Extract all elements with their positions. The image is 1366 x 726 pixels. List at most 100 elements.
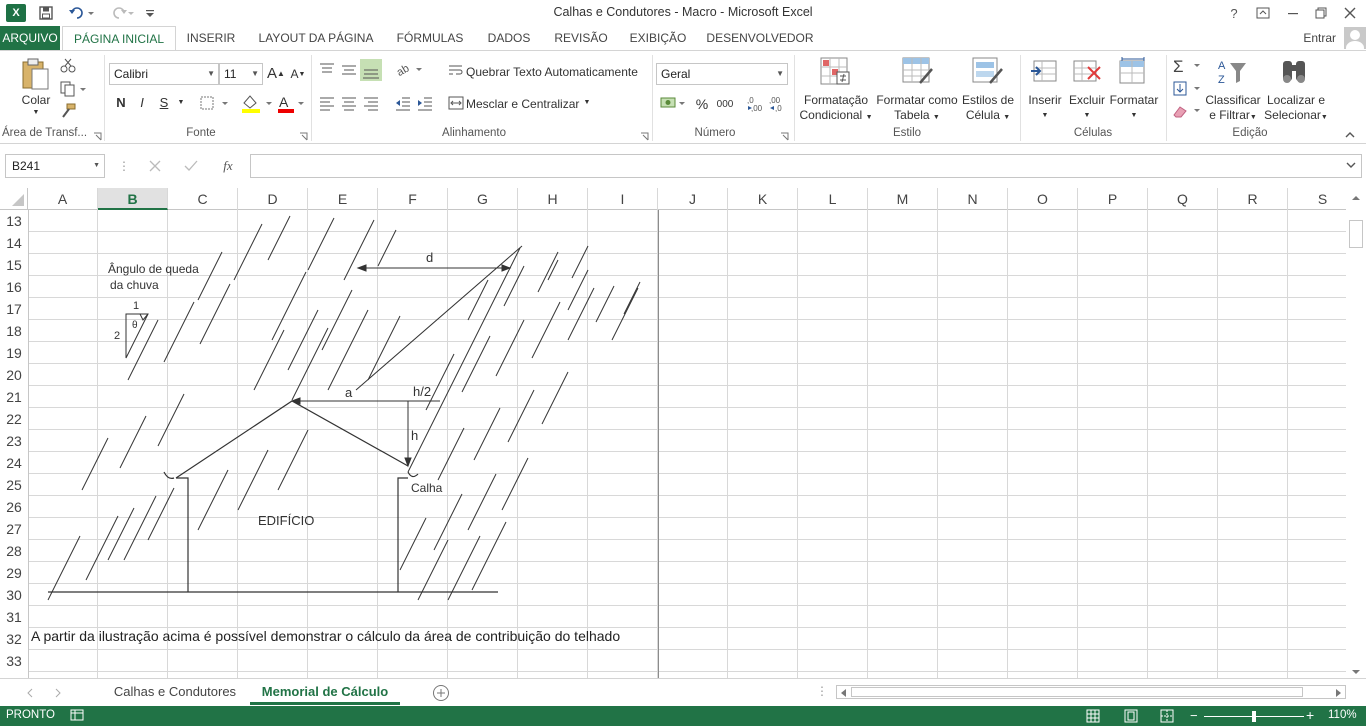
column-header-p[interactable]: P (1078, 188, 1148, 210)
increase-decimal-icon[interactable]: ,0,00 (746, 95, 764, 116)
name-box[interactable]: B241 ▼ (5, 154, 105, 178)
format-cells-icon[interactable] (1118, 57, 1148, 90)
column-header-a[interactable]: A (28, 188, 98, 210)
percent-style-button[interactable]: % (694, 95, 710, 113)
wrap-text-button[interactable]: Quebrar Texto Automaticamente (466, 63, 638, 81)
align-top-icon[interactable] (318, 61, 336, 80)
new-sheet-icon[interactable] (432, 684, 450, 705)
normal-view-icon[interactable] (1086, 709, 1100, 726)
row-header-25[interactable]: 25 (0, 474, 28, 496)
align-middle-icon[interactable] (340, 61, 358, 80)
sort-filter-button[interactable]: Classificar e Filtrar▼ (1202, 93, 1264, 125)
scroll-right-icon[interactable] (1333, 687, 1343, 701)
insert-cells-button[interactable]: Inserir ▼ (1022, 93, 1068, 123)
row-header-23[interactable]: 23 (0, 430, 28, 452)
conditional-formatting-button[interactable]: Formatação Condicional ▼ (798, 93, 874, 125)
font-size-dropdown[interactable]: 11 ▼ (219, 63, 263, 85)
number-format-dropdown[interactable]: Geral ▼ (656, 63, 788, 85)
tab-data[interactable]: DADOS (480, 26, 538, 50)
paste-dropdown-icon[interactable]: ▼ (30, 109, 42, 116)
column-header-b[interactable]: B (98, 188, 168, 210)
row-header-22[interactable]: 22 (0, 408, 28, 430)
macro-record-icon[interactable] (70, 709, 84, 724)
delete-cells-icon[interactable] (1072, 57, 1102, 90)
font-name-dropdown[interactable]: Calibri ▼ (109, 63, 219, 85)
column-header-k[interactable]: K (728, 188, 798, 210)
fill-color-icon[interactable] (240, 93, 274, 116)
accounting-format-icon[interactable] (660, 95, 688, 114)
row-header-29[interactable]: 29 (0, 562, 28, 584)
tab-developer[interactable]: DESENVOLVEDOR (702, 26, 818, 50)
zoom-level[interactable]: 110% (1328, 709, 1357, 721)
number-launcher-icon[interactable] (780, 130, 789, 144)
cell-a32-text[interactable]: A partir da ilustração acima é possível … (31, 628, 620, 644)
close-icon[interactable] (1340, 3, 1360, 23)
row-header-26[interactable]: 26 (0, 496, 28, 518)
horizontal-scroll-thumb[interactable] (851, 687, 1303, 697)
row-header-21[interactable]: 21 (0, 386, 28, 408)
chevron-down-icon[interactable]: ▼ (176, 99, 186, 106)
wrap-text-icon[interactable] (448, 63, 464, 82)
sort-filter-icon[interactable]: AZ (1214, 57, 1250, 90)
column-header-n[interactable]: N (938, 188, 1008, 210)
merge-center-icon[interactable] (448, 95, 464, 114)
column-header-j[interactable]: J (658, 188, 728, 210)
column-header-m[interactable]: M (868, 188, 938, 210)
sign-in-link[interactable]: Entrar (1303, 31, 1336, 45)
autosum-icon[interactable]: Σ (1172, 57, 1202, 78)
tab-review[interactable]: REVISÃO (548, 26, 614, 50)
alignment-launcher-icon[interactable] (640, 130, 649, 144)
row-header-27[interactable]: 27 (0, 518, 28, 540)
tab-insert[interactable]: INSERIR (180, 26, 242, 50)
next-sheet-icon[interactable] (54, 687, 62, 701)
fill-icon[interactable] (1172, 81, 1202, 100)
decrease-decimal-icon[interactable]: ,00,0 (768, 95, 786, 116)
column-header-r[interactable]: R (1218, 188, 1288, 210)
select-all-corner[interactable] (0, 188, 28, 210)
minimize-icon[interactable] (1284, 3, 1302, 23)
column-header-s[interactable]: S (1288, 188, 1346, 210)
paste-icon[interactable] (20, 57, 52, 93)
tab-page-layout[interactable]: LAYOUT DA PÁGINA (250, 26, 382, 50)
tab-split-icon[interactable]: ⋮ (816, 684, 828, 698)
column-header-d[interactable]: D (238, 188, 308, 210)
shrink-font-button[interactable]: A ▼ (290, 67, 306, 81)
italic-button[interactable]: I (134, 95, 150, 110)
cell-styles-button[interactable]: Estilos de Célula ▼ (960, 93, 1016, 125)
orientation-icon[interactable]: ab (394, 61, 424, 80)
column-header-o[interactable]: O (1008, 188, 1078, 210)
column-header-g[interactable]: G (448, 188, 518, 210)
grow-font-button[interactable]: A ▲ (267, 65, 285, 82)
column-header-q[interactable]: Q (1148, 188, 1218, 210)
help-icon[interactable]: ? (1226, 3, 1242, 23)
delete-cells-button[interactable]: Excluir ▼ (1064, 93, 1110, 123)
cell-styles-icon[interactable] (972, 57, 1004, 90)
horizontal-scrollbar[interactable] (836, 685, 1346, 699)
format-cells-button[interactable]: Formatar ▼ (1106, 93, 1162, 123)
borders-icon[interactable] (200, 95, 230, 114)
format-painter-icon[interactable] (60, 103, 76, 122)
column-header-f[interactable]: F (378, 188, 448, 210)
insert-function-button[interactable]: fx (218, 158, 238, 174)
paste-button[interactable]: Colar (14, 93, 58, 108)
row-header-28[interactable]: 28 (0, 540, 28, 562)
row-header-30[interactable]: 30 (0, 584, 28, 606)
font-color-icon[interactable]: A (276, 93, 310, 116)
row-header-31[interactable]: 31 (0, 606, 28, 628)
format-as-table-button[interactable]: Formatar como Tabela ▼ (874, 93, 960, 125)
zoom-in-icon[interactable]: + (1306, 708, 1314, 722)
cut-icon[interactable] (60, 57, 76, 76)
scroll-up-icon[interactable] (1350, 192, 1362, 206)
sheet-tab-calhas[interactable]: Calhas e Condutores (102, 679, 248, 705)
row-header-20[interactable]: 20 (0, 364, 28, 386)
bold-button[interactable]: N (112, 95, 130, 110)
vertical-scroll-thumb[interactable] (1349, 220, 1363, 248)
column-header-l[interactable]: L (798, 188, 868, 210)
align-left-icon[interactable] (318, 95, 336, 114)
row-header-32[interactable]: 32 (0, 628, 28, 650)
conditional-formatting-icon[interactable] (820, 57, 850, 90)
row-header-33[interactable]: 33 (0, 650, 28, 672)
tab-file[interactable]: ARQUIVO (0, 26, 60, 50)
expand-formula-icon[interactable] (1346, 159, 1356, 173)
scroll-left-icon[interactable] (839, 687, 849, 701)
